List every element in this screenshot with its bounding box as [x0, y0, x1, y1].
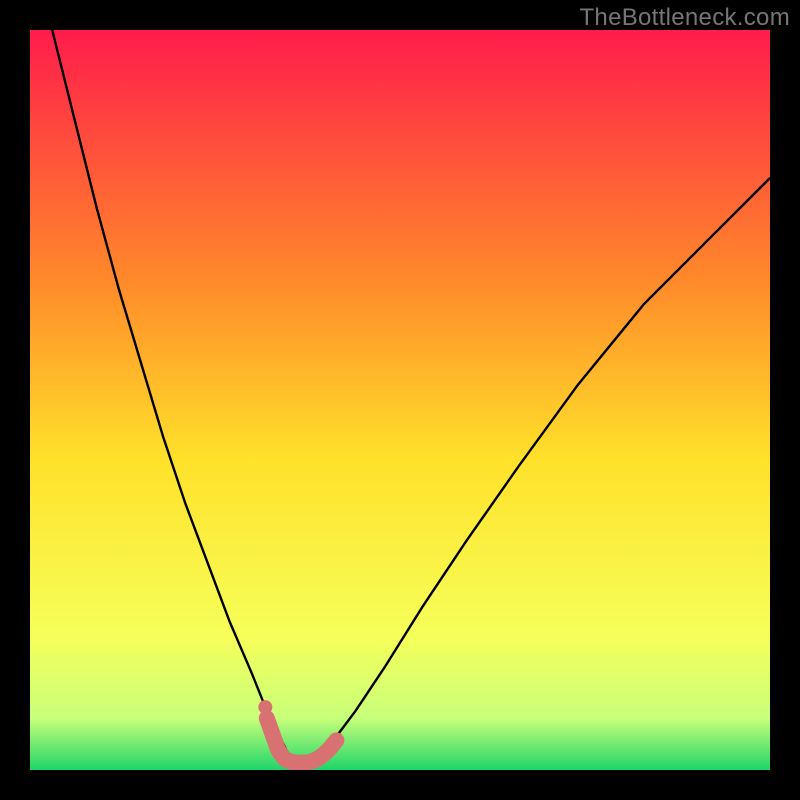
- chart-frame: TheBottleneck.com: [0, 0, 800, 800]
- gradient-background: [30, 30, 770, 770]
- plot-area: [30, 30, 770, 770]
- highlight-lead-dot: [258, 700, 272, 714]
- plot-svg: [30, 30, 770, 770]
- watermark-text: TheBottleneck.com: [579, 4, 790, 32]
